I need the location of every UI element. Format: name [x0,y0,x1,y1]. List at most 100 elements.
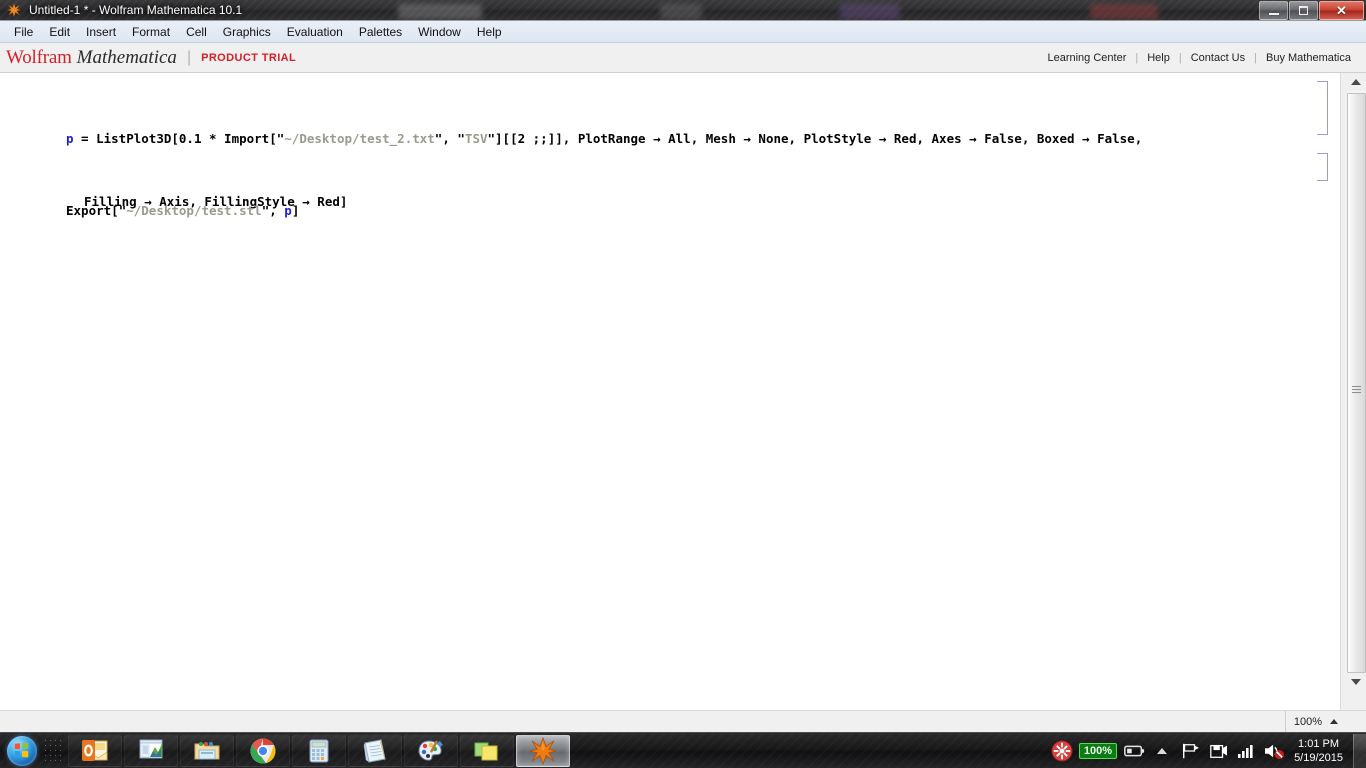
tray-volume-muted-icon[interactable] [1263,740,1285,762]
scrollbar-grip-icon [1352,386,1361,393]
paint-palette-icon [418,739,443,761]
tray-red-app-icon[interactable] [1051,740,1073,762]
excel-chart-icon [139,739,163,758]
chrome-icon [250,738,276,763]
battery-percent-label: 100% [1078,743,1118,759]
taskbar-item-chrome[interactable] [236,734,290,767]
start-button[interactable] [4,735,40,767]
status-bar: 100% [0,710,1366,732]
desktop-blur-artifact [840,4,900,19]
token-star: * [209,131,217,146]
notebook-canvas[interactable]: p = ListPlot3D[0.1 * Import[ " ~/Desktop/t… [0,73,1340,690]
menu-item-help[interactable]: Help [469,23,510,41]
token-options: ][[2 ;;]], PlotRange → All, Mesh → None,… [495,131,1143,146]
restore-button[interactable] [1289,1,1318,20]
desktop-blur-artifact [1090,4,1158,19]
menu-item-edit[interactable]: Edit [41,23,78,41]
token-import: Import[ [216,131,277,146]
tray-overflow-arrow-icon[interactable] [1151,740,1173,762]
windows-start-orb-icon [7,735,37,766]
menu-item-file[interactable]: File [6,23,41,41]
token-equals: = [73,131,97,146]
minimize-button[interactable] [1259,1,1288,20]
scroll-down-button[interactable] [1346,673,1366,690]
cell-bracket-2[interactable] [1317,153,1328,181]
brand-mathematica-text: Mathematica [76,46,177,68]
show-desktop-button[interactable] [1353,734,1366,768]
calculator-icon [309,739,329,762]
taskbar-item-outlook[interactable] [68,734,122,767]
token-quote: " [457,131,465,146]
desktop-blur-artifact [398,4,482,19]
sticky-notes-icon [474,742,498,760]
link-contact-us[interactable]: Contact Us [1182,52,1254,64]
battery-status[interactable]: 100% [1078,740,1118,762]
status-bar-corner [1344,711,1366,732]
close-button[interactable]: ✕ [1319,1,1364,20]
taskbar-item-notepad[interactable] [348,734,402,767]
caret-up-icon[interactable] [1330,719,1338,724]
scrollbar-thumb[interactable] [1347,93,1366,673]
menu-item-insert[interactable]: Insert [78,23,124,41]
window-controls: ✕ [1258,1,1364,20]
menu-item-cell[interactable]: Cell [178,23,215,41]
menu-item-evaluation[interactable]: Evaluation [279,23,351,41]
taskbar: 100% 1:01 PM 5/19/2015 [0,732,1366,768]
link-learning-center[interactable]: Learning Center [1038,52,1135,64]
outlook-icon [82,739,108,761]
clock-time: 1:01 PM [1298,738,1340,750]
tray-flag-action-center-icon[interactable] [1179,740,1201,762]
close-icon: ✕ [1336,3,1347,18]
wolfram-brand-bar: Wolfram Mathematica | PRODUCT TRIAL Lear… [0,43,1366,73]
brand-wolfram-text: Wolfram [6,46,72,68]
token-variable-p: p [66,131,74,146]
taskbar-item-explorer[interactable] [180,734,234,767]
system-tray: 100% 1:01 PM 5/19/2015 [1048,733,1366,768]
scroll-down-arrow-icon [1351,678,1361,685]
taskbar-item-excel[interactable] [124,734,178,767]
window-title-bar[interactable]: Untitled-1 * - Wolfram Mathematica 10.1 … [0,0,1366,21]
token-comma: , [442,131,458,146]
taskbar-item-calculator[interactable] [292,734,346,767]
desktop-blur-artifact [660,4,702,19]
token-export: Export[ [66,203,119,218]
notebook-area[interactable]: p = ListPlot3D[0.1 * Import[ " ~/Desktop/t… [0,73,1366,710]
token-string-path: ~/Desktop/test_2.txt [284,131,435,146]
tray-network-signal-icon[interactable] [1235,740,1257,762]
link-help[interactable]: Help [1138,52,1179,64]
taskbar-item-paint[interactable] [404,734,458,767]
mathematica-spikey-icon [529,736,557,765]
input-cell-2[interactable]: Export["~/Desktop/test.stl", p] [66,158,1366,263]
clock-date: 5/19/2015 [1294,752,1343,764]
menu-item-format[interactable]: Format [124,23,178,41]
restore-icon [1299,6,1308,15]
zoom-control[interactable]: 100% [1284,711,1344,732]
token-close-bracket: ] [291,203,300,218]
menu-item-window[interactable]: Window [410,23,469,41]
code-line-1: Export["~/Desktop/test.stl", p] [66,200,1366,221]
zoom-level-label: 100% [1293,715,1322,728]
cell-bracket-1[interactable] [1317,81,1328,135]
menu-item-graphics[interactable]: Graphics [215,23,279,41]
menu-item-palettes[interactable]: Palettes [351,23,410,41]
product-trial-badge: PRODUCT TRIAL [201,51,297,64]
windows-flag-icon [14,741,30,758]
taskbar-clock[interactable]: 1:01 PM 5/19/2015 [1288,737,1353,765]
taskbar-item-mathematica[interactable] [516,734,570,767]
notepad-icon [363,738,386,763]
link-buy-product: Mathematica [1288,51,1351,64]
screen: Untitled-1 * - Wolfram Mathematica 10.1 … [0,0,1366,768]
menu-bar: File Edit Insert Format Cell Graphics Ev… [0,21,1366,43]
vertical-scrollbar[interactable] [1340,73,1366,710]
tray-removable-media-icon[interactable] [1207,740,1229,762]
link-buy-mathematica[interactable]: Buy Mathematica [1257,52,1360,64]
scroll-up-arrow-icon [1351,78,1361,85]
scroll-up-button[interactable] [1346,73,1366,90]
brand-separator: | [186,48,192,66]
code-line-1: p = ListPlot3D[0.1 * Import[ " ~/Desktop/t… [66,128,1366,149]
token-listplot3d: ListPlot3D[0.1 [96,131,209,146]
token-quote: " [487,131,496,146]
window-title-text: Untitled-1 * - Wolfram Mathematica 10.1 [29,3,243,17]
battery-icon[interactable] [1123,740,1145,762]
taskbar-item-sticky-notes[interactable] [460,734,514,767]
